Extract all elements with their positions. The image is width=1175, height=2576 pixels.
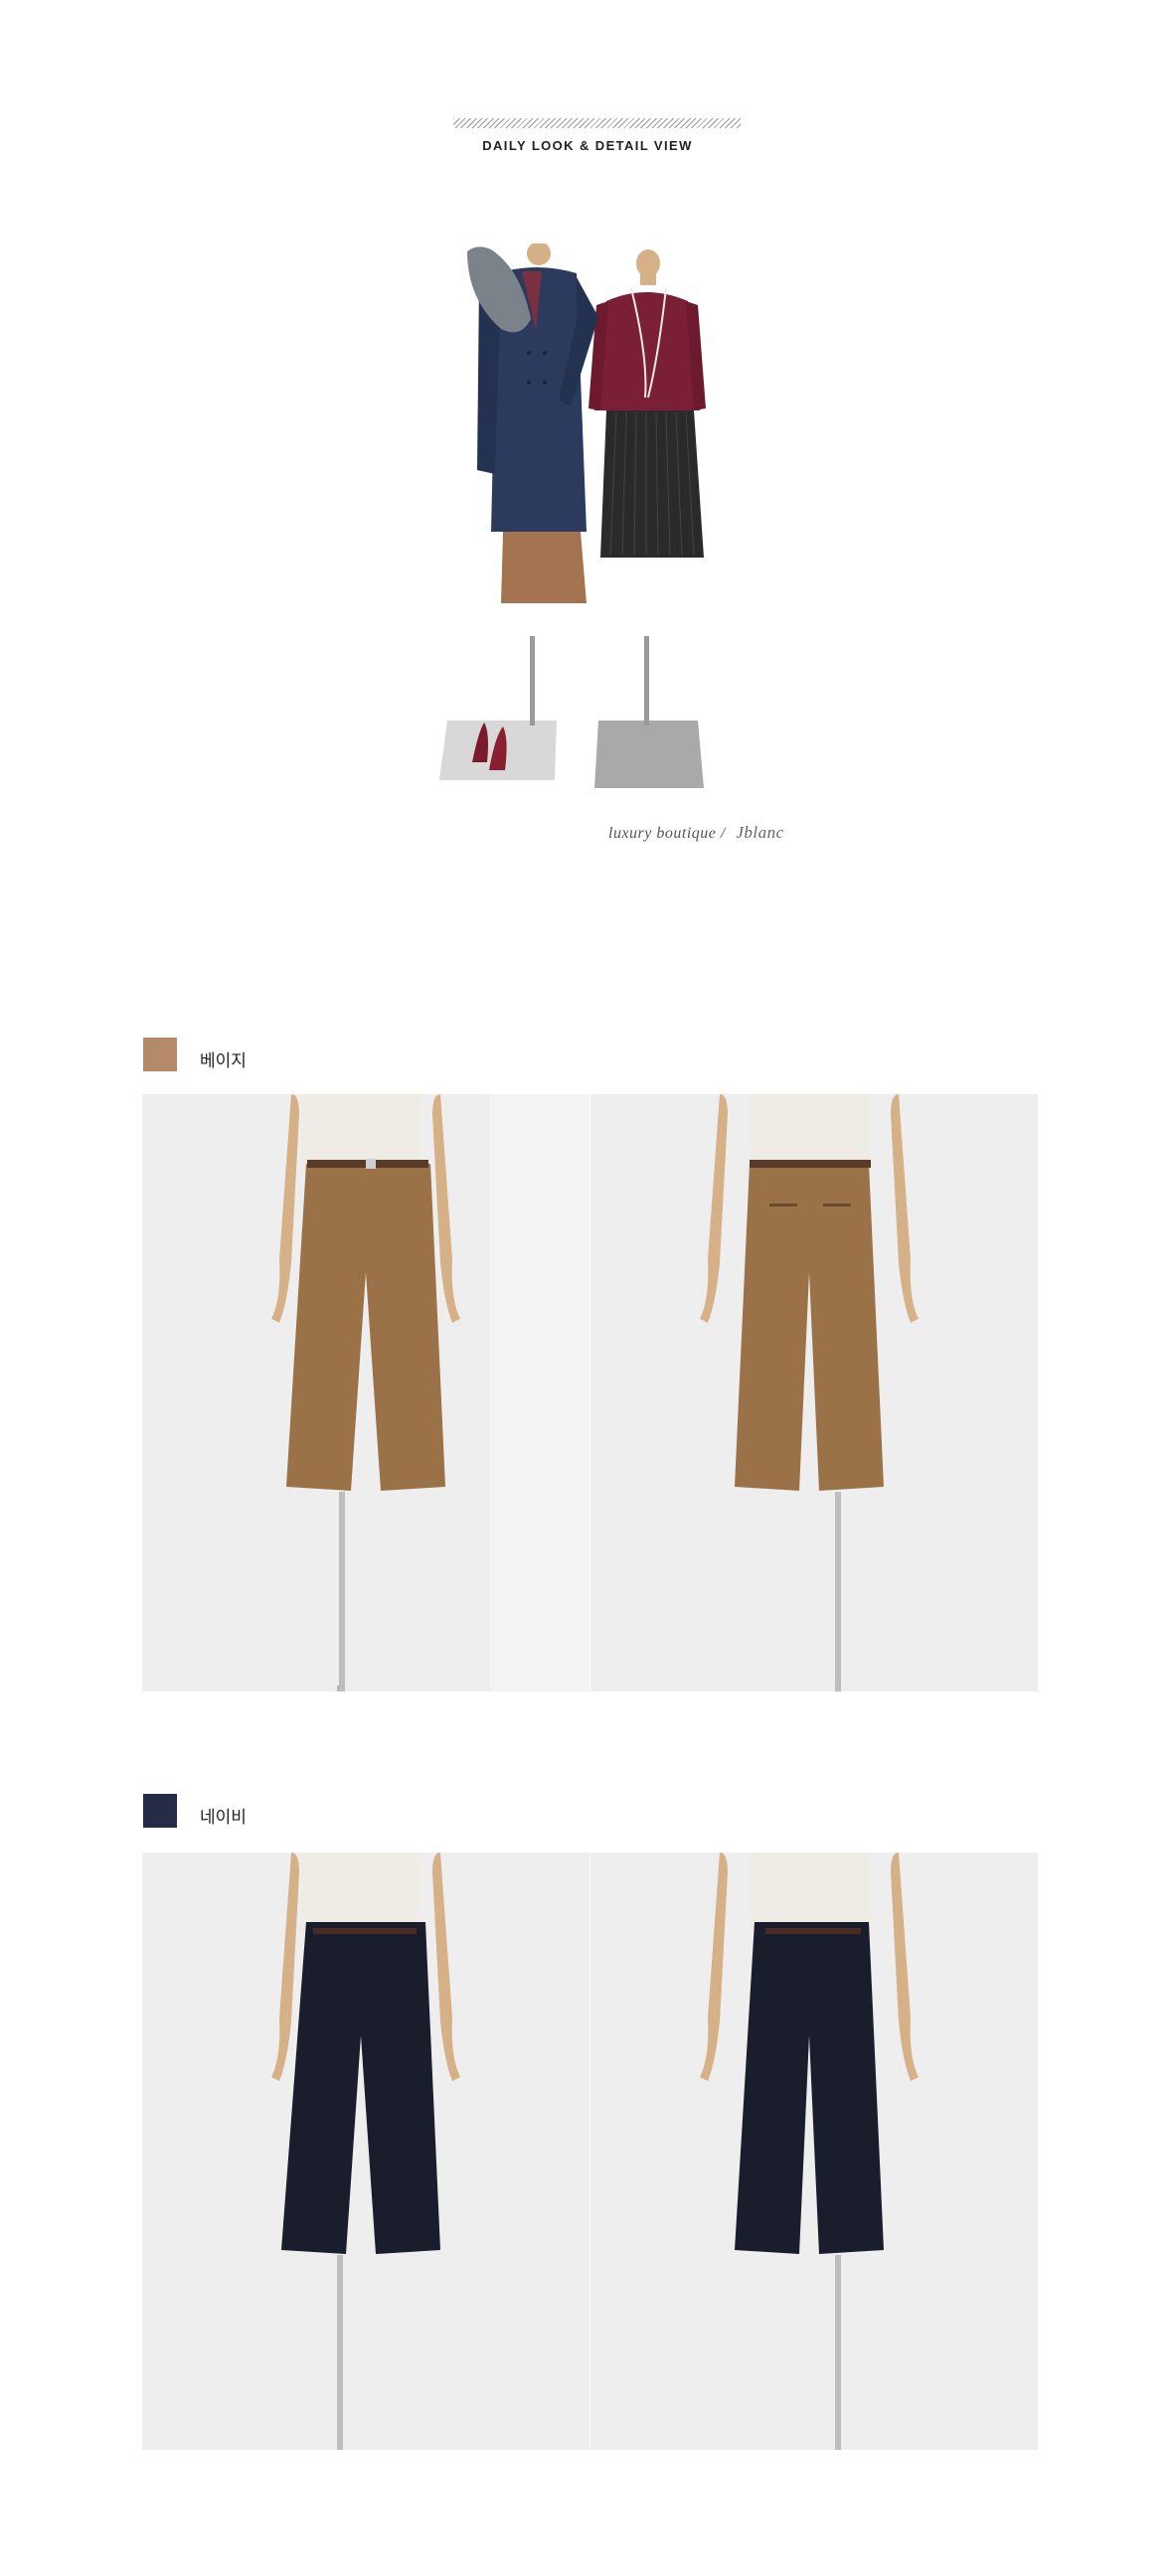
hatch-divider xyxy=(453,118,741,128)
color-label-navy: 네이비 xyxy=(200,1808,247,1827)
color-swatch-beige xyxy=(143,1038,177,1071)
color-swatch-navy xyxy=(143,1794,177,1828)
right-stand-base xyxy=(594,721,704,788)
signature-separator: / xyxy=(720,825,726,842)
beige-back-photo xyxy=(590,1094,1038,1691)
beige-front-photo xyxy=(142,1094,589,1691)
brand-script: Jblanc xyxy=(736,823,784,842)
navy-back-photo xyxy=(590,1852,1038,2450)
section-title: DAILY LOOK & DETAIL VIEW xyxy=(482,138,693,153)
hero-mannequin-image xyxy=(427,242,755,800)
color-label-beige: 베이지 xyxy=(200,1051,247,1070)
signature: luxury boutique / Jblanc xyxy=(608,823,784,843)
signature-text: luxury boutique xyxy=(608,825,717,842)
navy-front-photo xyxy=(142,1852,589,2450)
